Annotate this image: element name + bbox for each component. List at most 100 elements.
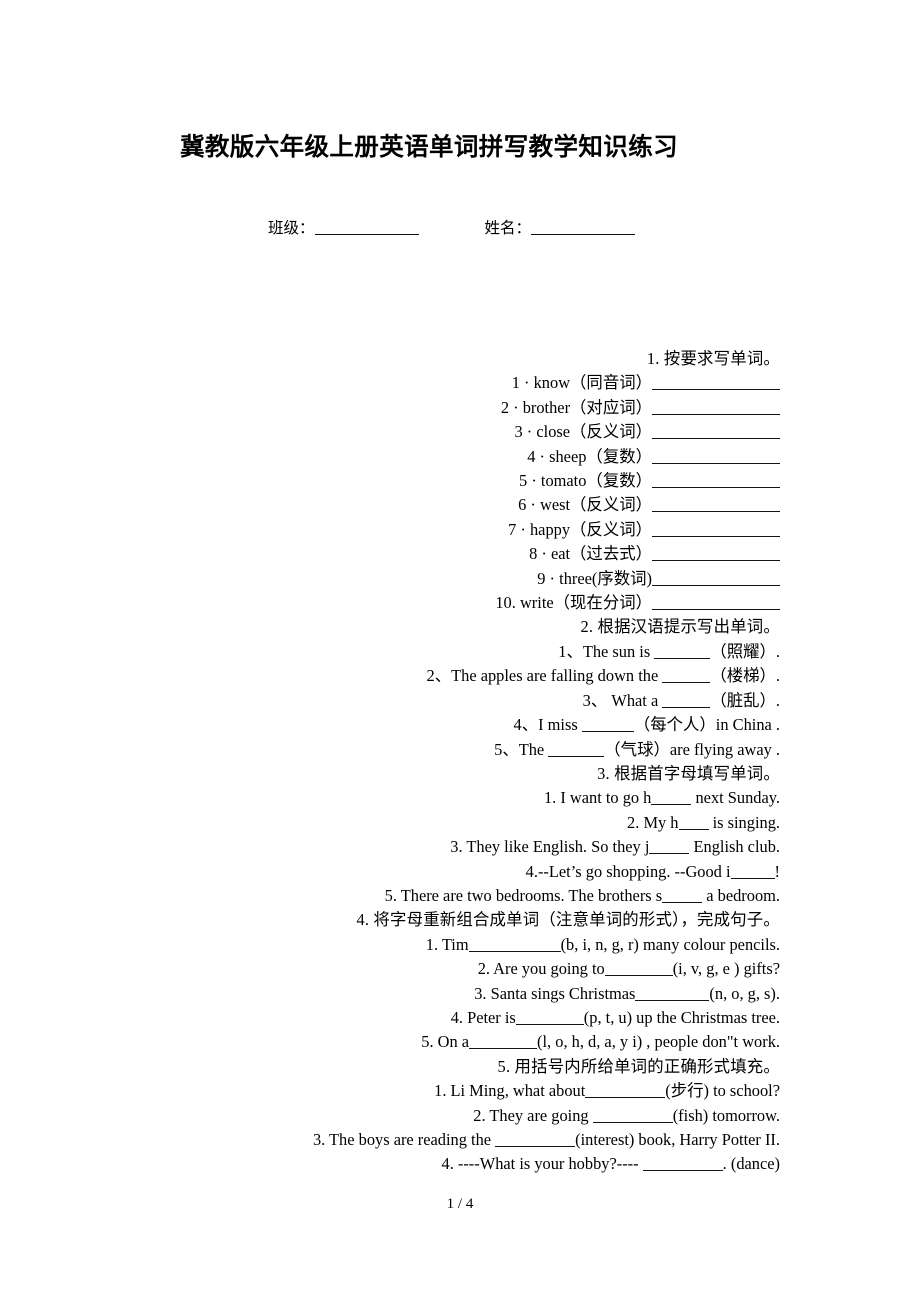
answer-blank[interactable] [495,1131,576,1147]
answer-blank[interactable] [515,1009,584,1025]
answer-blank[interactable] [678,814,709,830]
item-number: 7 · [508,519,526,539]
item-number: 8 · [529,544,547,564]
exercise-item: 3. Santa sings Christmas (n, o, g, s). [140,982,780,1006]
exercise-item: 5. There are two bedrooms. The brothers … [140,884,780,908]
name-label: 姓名： [484,220,532,237]
item-text-before-blank: 2. Are you going to [477,959,605,979]
item-text-before-blank: 4、I miss [513,715,582,735]
answer-blank[interactable] [652,472,780,489]
exercise-item: 1. Li Ming, what about (步行) to school? [140,1079,780,1103]
exercise-body: 1. 按要求写单词。 1 · know（同音词） 2 · brother（对应词） 3… [140,347,780,1177]
answer-blank[interactable] [652,496,780,513]
item-number: 2 · [500,397,519,417]
item-prompt: happy（反义词） [529,519,652,539]
class-input-blank[interactable] [314,219,419,235]
exercise-item: 3. They like English. So they j English … [140,835,780,859]
item-text-before-blank: 1. I want to go h [543,788,652,808]
item-text-before-blank: 5. On a [421,1032,470,1052]
exercise-item: 6 · west（反义词） [140,493,780,517]
item-text-after-blank: (b, i, n, g, r) many colour pencils. [560,934,780,954]
item-text-after-blank: a bedroom. [702,885,780,905]
answer-blank[interactable] [662,887,703,903]
answer-blank[interactable] [635,984,710,1001]
item-text-after-blank: （脏乱）. [710,690,780,710]
item-prompt: write（现在分词） [519,593,652,613]
exercise-item: 2. My h is singing. [140,811,780,835]
exercise-item: 1、The sun is （照耀）. [140,640,780,664]
item-prompt: brother（对应词） [522,397,652,417]
answer-blank[interactable] [652,521,780,537]
answer-blank[interactable] [592,1107,673,1123]
item-text-before-blank: 4. Peter is [450,1007,516,1027]
item-text-after-blank: ! [774,861,780,881]
answer-blank[interactable] [469,1033,538,1050]
item-text-before-blank: 3. Santa sings Christmas [474,983,636,1003]
name-input-blank[interactable] [531,219,636,235]
answer-blank[interactable] [654,643,711,659]
section-heading: 2. 根据汉语提示写出单词。 [580,617,780,637]
item-prompt: tomato（复数） [540,471,652,491]
exercise-item: 3、 What a （脏乱）. [140,689,780,713]
item-text-after-blank: (i, v, g, e ) gifts? [672,959,780,979]
exercise-item: 2、The apples are falling down the （楼梯）. [140,664,780,688]
answer-blank[interactable] [652,399,780,415]
answer-blank[interactable] [662,667,711,684]
exercise-item: 8 · eat（过去式） [140,542,780,566]
item-number: 3 · [514,422,533,442]
item-prompt: three(序数词) [559,568,652,588]
answer-blank[interactable] [662,692,711,708]
exercise-item: 10. write（现在分词） [140,591,780,615]
item-number: 6 · [518,495,536,515]
answer-blank[interactable] [468,936,561,952]
item-text-after-blank: English club. [689,837,780,857]
item-number: 4 · [527,446,545,466]
item-text-after-blank: (n, o, g, s). [709,983,780,1003]
answer-blank[interactable] [548,740,605,757]
item-text-before-blank: 1、The sun is [558,641,655,661]
answer-blank[interactable] [651,789,692,806]
item-text-after-blank: (步行) to school? [665,1081,780,1101]
answer-blank[interactable] [652,423,780,440]
answer-blank[interactable] [604,960,673,977]
section-heading: 5. 用括号内所给单词的正确形式填充。 [497,1056,780,1076]
worksheet-page: 冀教版六年级上册英语单词拼写教学知识练习 班级： 姓名： 1. 按要求写单词。 1 … [0,0,920,1302]
exercise-item: 5 · tomato（复数） [140,469,780,493]
answer-blank[interactable] [649,838,690,855]
exercise-item: 5、The （气球）are flying away . [140,738,780,762]
answer-blank[interactable] [652,448,780,464]
item-text-after-blank: （每个人）in China . [633,715,780,735]
exercise-item: 7 · happy（反义词） [140,518,780,542]
exercise-item: 2. Are you going to (i, v, g, e ) gifts? [140,957,780,981]
answer-blank[interactable] [652,545,780,562]
item-text-before-blank: 1. Li Ming, what about [434,1081,586,1101]
item-text-before-blank: 3、 What a [582,690,663,710]
answer-blank[interactable] [585,1082,666,1099]
exercise-item: 9 · three(序数词) [140,567,780,591]
answer-blank[interactable] [730,862,775,879]
exercise-item: 4、I miss （每个人）in China . [140,713,780,737]
answer-blank[interactable] [652,594,780,611]
item-number: 10. [495,593,516,613]
item-text-after-blank: is singing. [708,812,780,832]
answer-blank[interactable] [652,570,780,586]
class-label: 班级： [268,220,315,237]
item-text-after-blank: (interest) book, Harry Potter II. [575,1130,780,1149]
item-text-before-blank: 2、The apples are falling down the [426,666,663,686]
item-text-before-blank: 3. They like English. So they j [450,837,650,857]
item-text-before-blank: 2. They are going [473,1105,593,1125]
page-title: 冀教版六年级上册英语单词拼写教学知识练习 [180,134,678,162]
item-text-after-blank: next Sunday. [691,788,780,808]
item-text-after-blank: . (dance) [722,1154,780,1174]
item-text-before-blank: 4. ----What is your hobby?---- [441,1154,643,1174]
item-prompt: sheep（复数） [549,446,652,466]
exercise-item: 3. The boys are reading the (interest) b… [140,1128,780,1152]
exercise-item: 1. I want to go h next Sunday. [140,786,780,810]
answer-blank[interactable] [581,716,634,733]
section-heading: 1. 按要求写单词。 [646,349,780,368]
answer-blank[interactable] [652,374,780,391]
exercise-item: 5. On a (l, o, h, d, a, y i) , people don… [140,1030,780,1054]
exercise-item: 1 · know（同音词） [140,371,780,395]
answer-blank[interactable] [642,1155,723,1172]
page-footer: 1 / 4 [446,1196,474,1212]
